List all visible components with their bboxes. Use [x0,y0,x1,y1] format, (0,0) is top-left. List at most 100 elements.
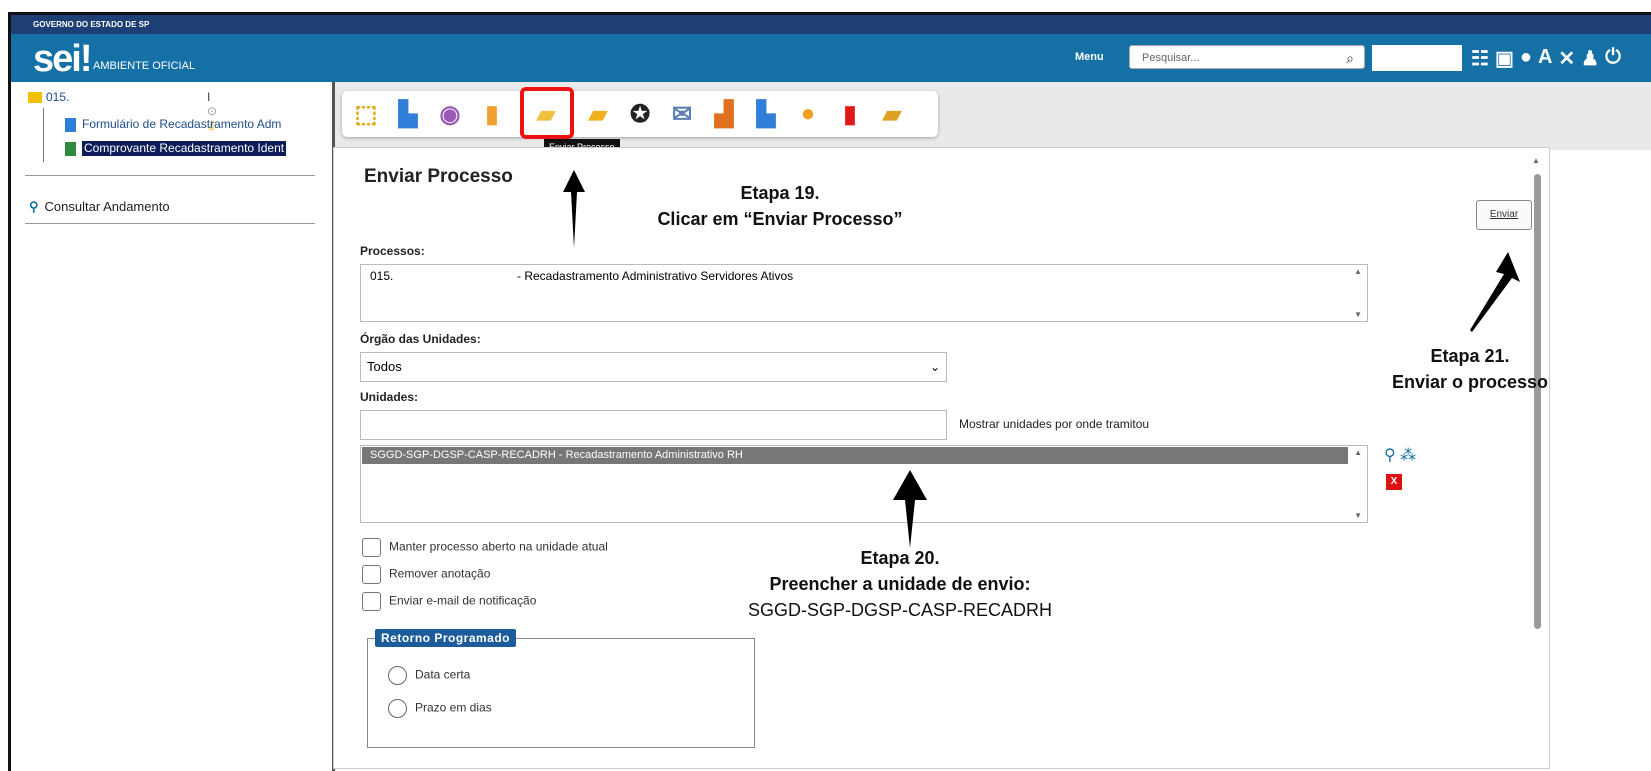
annotation-line: Etapa 21. [1430,346,1510,366]
tools-icon[interactable]: ✕ [1558,46,1575,71]
unit-select[interactable] [1372,45,1462,71]
orgao-label: Órgão das Unidades: [360,332,481,346]
tree-item-comprovante[interactable]: Comprovante Recadastramento Ident [65,141,321,156]
menu-link[interactable]: Menu [1075,51,1104,63]
processos-field[interactable]: 015. - Recadastramento Administrativo Se… [360,264,1368,322]
selected-unit[interactable]: SGGD-SGP-DGSP-CASP-RECADRH - Recadastram… [362,447,1348,464]
tree-item-label: Comprovante Recadastramento Ident [82,141,287,156]
tree-connector [43,108,44,162]
retorno-legend: Retorno Programado [375,629,517,647]
retorno-programado-group: Retorno Programado Data certa Prazo em d… [367,629,755,748]
unidades-label: Unidades: [360,390,419,404]
pdf-document-icon [65,141,76,156]
export-icon[interactable]: ▟ [708,98,740,130]
scroll-down-icon[interactable]: ▼ [1354,310,1362,319]
annotation-line: Etapa 20. [860,548,940,568]
orgao-select[interactable]: Todos ⌄ [360,352,947,382]
power-icon[interactable]: ⏻ [1605,46,1621,71]
annotation-line: SGGD-SGP-DGSP-CASP-RECADRH [747,600,1053,620]
comment-icon[interactable]: ● [792,98,824,130]
unidades-input[interactable] [360,410,947,440]
enviar-processo-form: Enviar Processo Enviar Processos: 015. -… [333,147,1550,769]
logo-bang: ! [79,38,93,80]
calendar-icon[interactable]: ▣ [1495,46,1514,71]
annotation-line: Etapa 19. [740,183,820,203]
annotation-etapa-20: Etapa 20. Preencher a unidade de envio: … [700,545,1100,623]
folder-info-icon[interactable]: ▰ [582,98,614,130]
user-icon[interactable]: ♟ [1581,46,1599,71]
scroll-down-icon[interactable]: ▼ [1354,511,1362,520]
badge-check-icon[interactable]: ✪ [624,98,656,130]
checkbox-label: Manter processo aberto na unidade atual [389,539,608,554]
unit-search-icons: ⚲ ⁂ [1384,445,1416,465]
folder-close-icon[interactable]: ▰ [876,98,908,130]
checkbox-email[interactable]: Enviar e-mail de notificação [362,592,536,611]
top-bar: sei! AMBIENTE OFICIAL Menu Pesquisar... … [11,34,1651,82]
globe-icon[interactable]: ● [1520,46,1532,71]
scroll-up-icon[interactable]: ▲ [1532,156,1540,165]
scroll-up-icon[interactable]: ▲ [1354,448,1362,457]
radio-button[interactable] [388,699,407,718]
toolbar-area: ⬚ ▙ ◉ ▮ ▰ ▰ ✪ ✉ ▟ ▙ ● ▮ ▰ [335,82,1651,150]
arrow-up-icon [563,170,585,248]
process-folder-icon [28,92,42,104]
top-icon-bar: ☷ ▣ ● A ✕ ♟ ⏻ [1471,46,1621,71]
processos-label: Processos: [360,244,425,258]
email-icon[interactable]: ✉ [666,98,698,130]
radio-prazo-dias[interactable]: Prazo em dias [388,699,492,718]
ambiente-label: AMBIENTE OFICIAL [93,60,196,72]
document-star-icon[interactable]: ▙ [750,98,782,130]
checkbox[interactable] [362,592,381,611]
scroll-thumb[interactable] [1534,174,1541,629]
page-scrollbar[interactable]: ▲ [1532,156,1542,756]
checkbox[interactable] [362,565,381,584]
checkbox[interactable] [362,538,381,557]
new-document-icon[interactable]: ⬚ [350,98,382,130]
scroll-up-icon[interactable]: ▲ [1354,267,1362,276]
document-icon [65,117,76,132]
mostrar-unidades-link[interactable]: Mostrar unidades por onde tramitou [959,417,1149,431]
document-settings-icon[interactable]: ▙ [392,98,424,130]
sei-logo[interactable]: sei! [33,38,93,80]
search-icon[interactable]: ⚲ [1384,447,1396,464]
checkbox-remover[interactable]: Remover anotação [362,565,490,584]
annotation-line: Enviar o processo [1391,372,1549,392]
page-title: Enviar Processo [364,166,513,187]
search-icon: ⚲ [29,199,39,214]
enviar-button[interactable]: Enviar [1476,200,1532,230]
logo-text: sei [33,38,82,80]
radio-data-certa[interactable]: Data certa [388,666,470,685]
annotation-etapa-19: Etapa 19. Clicar em “Enviar Processo” [620,180,940,232]
search-icon[interactable]: ⌕ [1346,46,1354,70]
search-input[interactable]: Pesquisar... ⌕ [1129,45,1365,69]
grid-list-icon[interactable]: ☷ [1471,46,1489,71]
annotation-etapa-21: Etapa 21. Enviar o processo [1370,343,1570,395]
highlight-box [520,87,574,139]
permissions-icon[interactable]: ▮ [476,98,508,130]
orgao-value: Todos [367,359,402,374]
font-size-icon[interactable]: A [1538,46,1552,71]
remove-unit-icon[interactable]: X [1386,474,1402,490]
divider [25,223,315,224]
trash-icon[interactable]: ▮ [834,98,866,130]
tree-root[interactable]: 015. I ⊙ ⚷ [28,90,217,132]
divider [25,175,315,176]
process-description: - Recadastramento Administrativo Servido… [517,269,794,283]
unidades-list[interactable]: SGGD-SGP-DGSP-CASP-RECADRH - Recadastram… [360,445,1368,523]
consultar-andamento-link[interactable]: ⚲ Consultar Andamento [29,199,170,215]
process-toolbar: ⬚ ▙ ◉ ▮ ▰ ▰ ✪ ✉ ▟ ▙ ● ▮ ▰ [342,87,938,139]
view-icon[interactable]: ◉ [434,98,466,130]
tree-item-label: Formulário de Recadastramento Adm [82,117,282,131]
radio-button[interactable] [388,666,407,685]
radio-label: Prazo em dias [415,700,492,715]
consult-label: Consultar Andamento [44,199,170,214]
annotation-line: Preencher a unidade de envio: [769,574,1031,594]
checkbox-manter[interactable]: Manter processo aberto na unidade atual [362,538,608,557]
root-label: 015. [46,90,70,104]
process-number: 015. [370,269,394,283]
checkbox-label: Remover anotação [389,566,491,581]
gov-bar: GOVERNO DO ESTADO DE SP [11,15,1651,34]
process-tree-panel: 015. I ⊙ ⚷ Formulário de Recadastramento… [11,82,335,771]
group-icon[interactable]: ⁂ [1400,447,1416,464]
tree-item-formulario[interactable]: Formulário de Recadastramento Adm [65,117,321,132]
